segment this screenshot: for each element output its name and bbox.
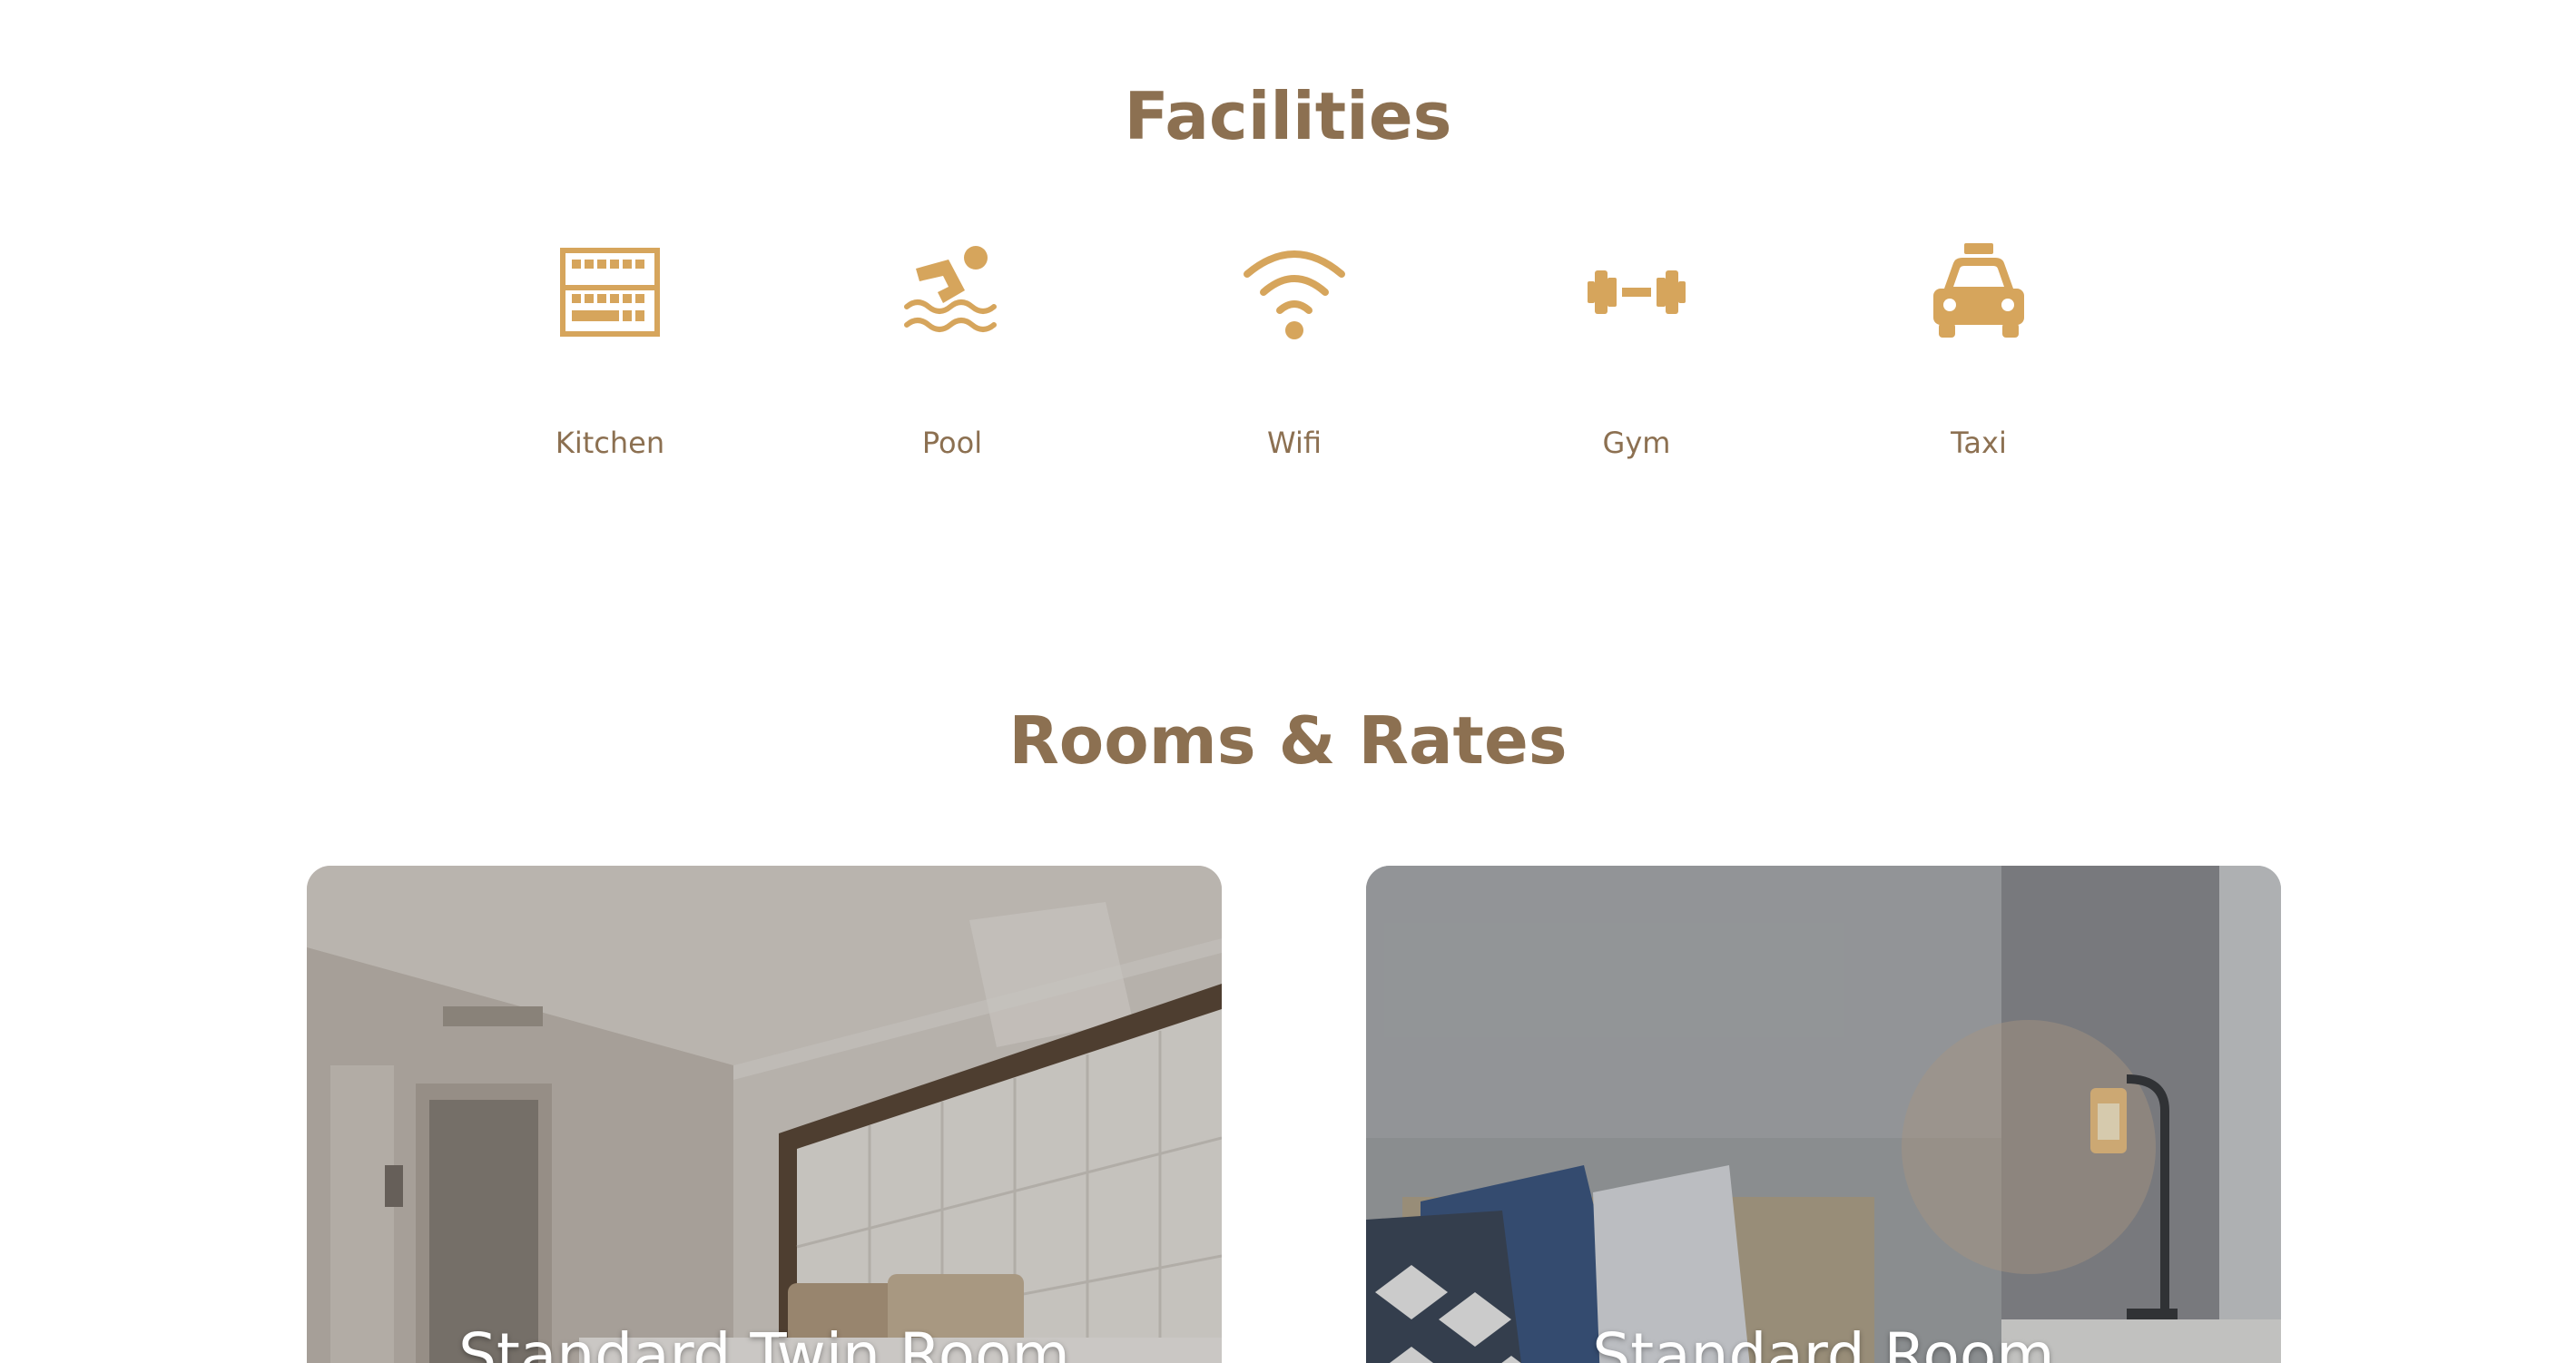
- facility-wifi: Wifi: [1158, 238, 1431, 460]
- room-overlay: [1366, 866, 2281, 1363]
- facility-taxi: Taxi: [1843, 238, 2115, 460]
- rooms-rates-title: Rooms & Rates: [1008, 702, 1568, 779]
- room-card-standard[interactable]: Standard Room: [1366, 866, 2281, 1363]
- facility-kitchen: Kitchen: [474, 238, 746, 460]
- room-name: Standard Room: [1592, 1320, 2055, 1363]
- facility-pool: Pool: [816, 238, 1088, 460]
- facility-gym: Gym: [1500, 238, 1773, 460]
- facility-label: Gym: [1602, 426, 1671, 460]
- facility-label: Wifi: [1267, 426, 1322, 460]
- taxi-icon: [1924, 238, 2033, 347]
- facility-label: Kitchen: [555, 426, 665, 460]
- room-name: Standard Twin Room: [458, 1320, 1070, 1363]
- page: Facilities Kitchen Pool Wifi Gym Taxi Ro…: [0, 0, 2576, 1363]
- facilities-title: Facilities: [1124, 78, 1452, 154]
- dumbbell-icon: [1582, 238, 1691, 347]
- room-card-standard-twin[interactable]: Standard Twin Room: [307, 866, 1222, 1363]
- swimmer-icon: [898, 238, 1007, 347]
- facility-label: Taxi: [1951, 426, 2007, 460]
- facility-label: Pool: [921, 426, 983, 460]
- room-overlay: [307, 866, 1222, 1363]
- kitchen-icon: [556, 238, 664, 347]
- wifi-icon: [1240, 238, 1349, 347]
